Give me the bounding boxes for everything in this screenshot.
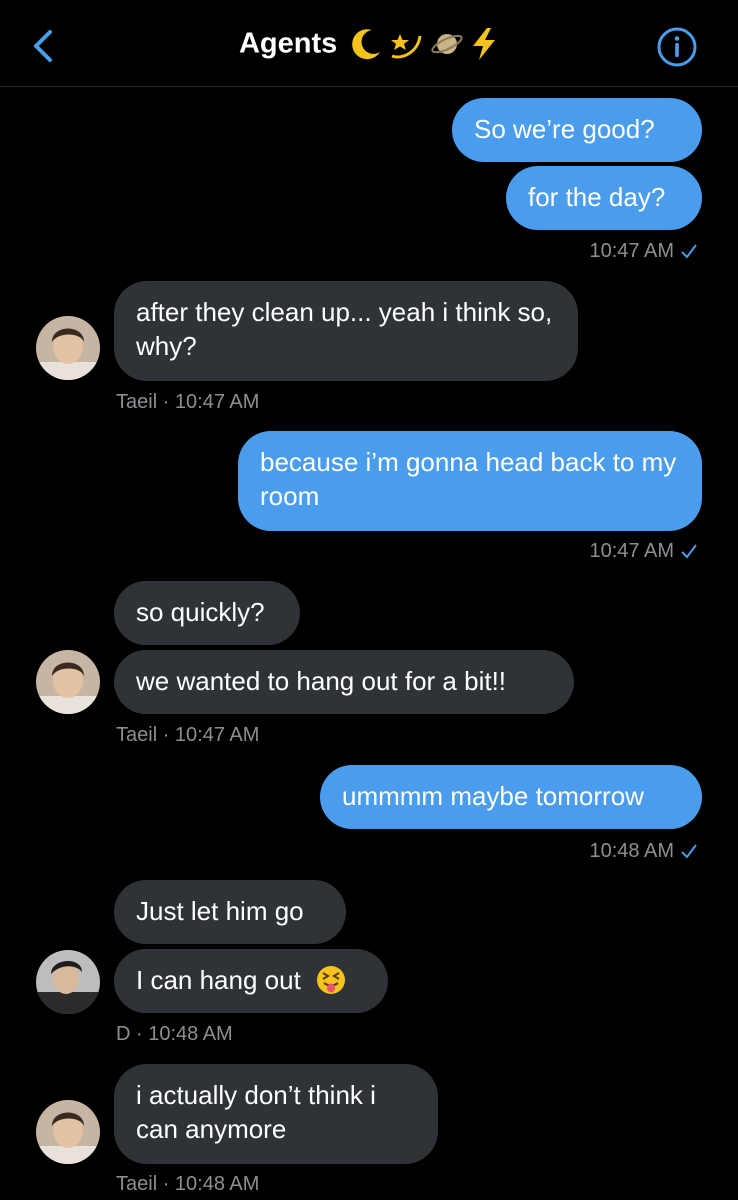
outgoing-message-bubble[interactable]: ummmm maybe tomorrow	[320, 765, 702, 829]
incoming-message-bubble[interactable]: after they clean up... yeah i think so, …	[114, 281, 578, 381]
profile-photo	[36, 650, 100, 714]
outgoing-message-bubble[interactable]: because i’m gonna head back to my room	[238, 431, 702, 531]
message-text: we wanted to hang out for a bit!!	[136, 666, 507, 696]
message-sender-time: Taeil · 10:48 AM	[116, 1173, 260, 1195]
message-text: i actually don’t think i can anymore	[136, 1080, 376, 1144]
avatar-d[interactable]	[36, 950, 100, 1014]
avatar-taeil[interactable]	[36, 316, 100, 380]
message-sender-time: D · 10:48 AM	[116, 1023, 233, 1045]
profile-photo	[36, 1100, 100, 1164]
message-timestamp: 10:48 AM	[589, 840, 698, 863]
incoming-message-bubble[interactable]: Just let him go	[114, 880, 346, 944]
timestamp-text: 10:47 AM	[589, 240, 674, 262]
message-text: because i’m gonna head back to my room	[260, 447, 677, 511]
timestamp-text: 10:48 AM	[589, 840, 674, 862]
sent-check-icon	[681, 244, 697, 259]
incoming-message-bubble[interactable]: we wanted to hang out for a bit!!	[114, 650, 574, 714]
avatar-taeil[interactable]	[36, 1100, 100, 1164]
message-text: after they clean up... yeah i think so, …	[136, 297, 553, 361]
message-sender-time: Taeil · 10:47 AM	[116, 391, 260, 413]
incoming-message-bubble[interactable]: I can hang out	[114, 949, 388, 1013]
info-button[interactable]	[656, 26, 698, 68]
profile-photo	[36, 950, 100, 1014]
incoming-message-bubble[interactable]: so quickly?	[114, 581, 300, 645]
message-timestamp: 10:47 AM	[589, 240, 698, 263]
incoming-message-bubble[interactable]: i actually don’t think i can anymore	[114, 1064, 438, 1164]
outgoing-message-bubble[interactable]: So we’re good?	[452, 98, 702, 162]
message-text: I can hang out	[136, 965, 301, 995]
message-timestamp: 10:47 AM	[589, 540, 698, 563]
avatar-taeil[interactable]	[36, 650, 100, 714]
sent-check-icon	[681, 544, 697, 559]
message-text: so quickly?	[136, 597, 265, 627]
conversation-title: Agents	[238, 27, 338, 60]
conversation-header: Agents	[0, 0, 738, 87]
message-text: for the day?	[528, 182, 666, 212]
message-sender-time: Taeil · 10:47 AM	[116, 724, 260, 746]
info-icon	[657, 27, 697, 67]
sent-check-icon	[681, 844, 697, 859]
message-text: So we’re good?	[474, 114, 655, 144]
ringed-planet-icon	[430, 34, 463, 54]
lightning-icon	[473, 28, 496, 60]
dizzy-star-icon	[391, 34, 422, 59]
crescent-moon-icon	[351, 29, 380, 60]
timestamp-text: 10:47 AM	[589, 540, 674, 562]
outgoing-message-bubble[interactable]: for the day?	[506, 166, 702, 230]
conversation-title-group: Agents	[0, 26, 738, 62]
message-text: Just let him go	[136, 896, 304, 926]
squinting-tongue-face-icon	[317, 966, 346, 994]
profile-photo	[36, 316, 100, 380]
title-emojis	[348, 26, 499, 62]
message-text: ummmm maybe tomorrow	[342, 781, 644, 811]
